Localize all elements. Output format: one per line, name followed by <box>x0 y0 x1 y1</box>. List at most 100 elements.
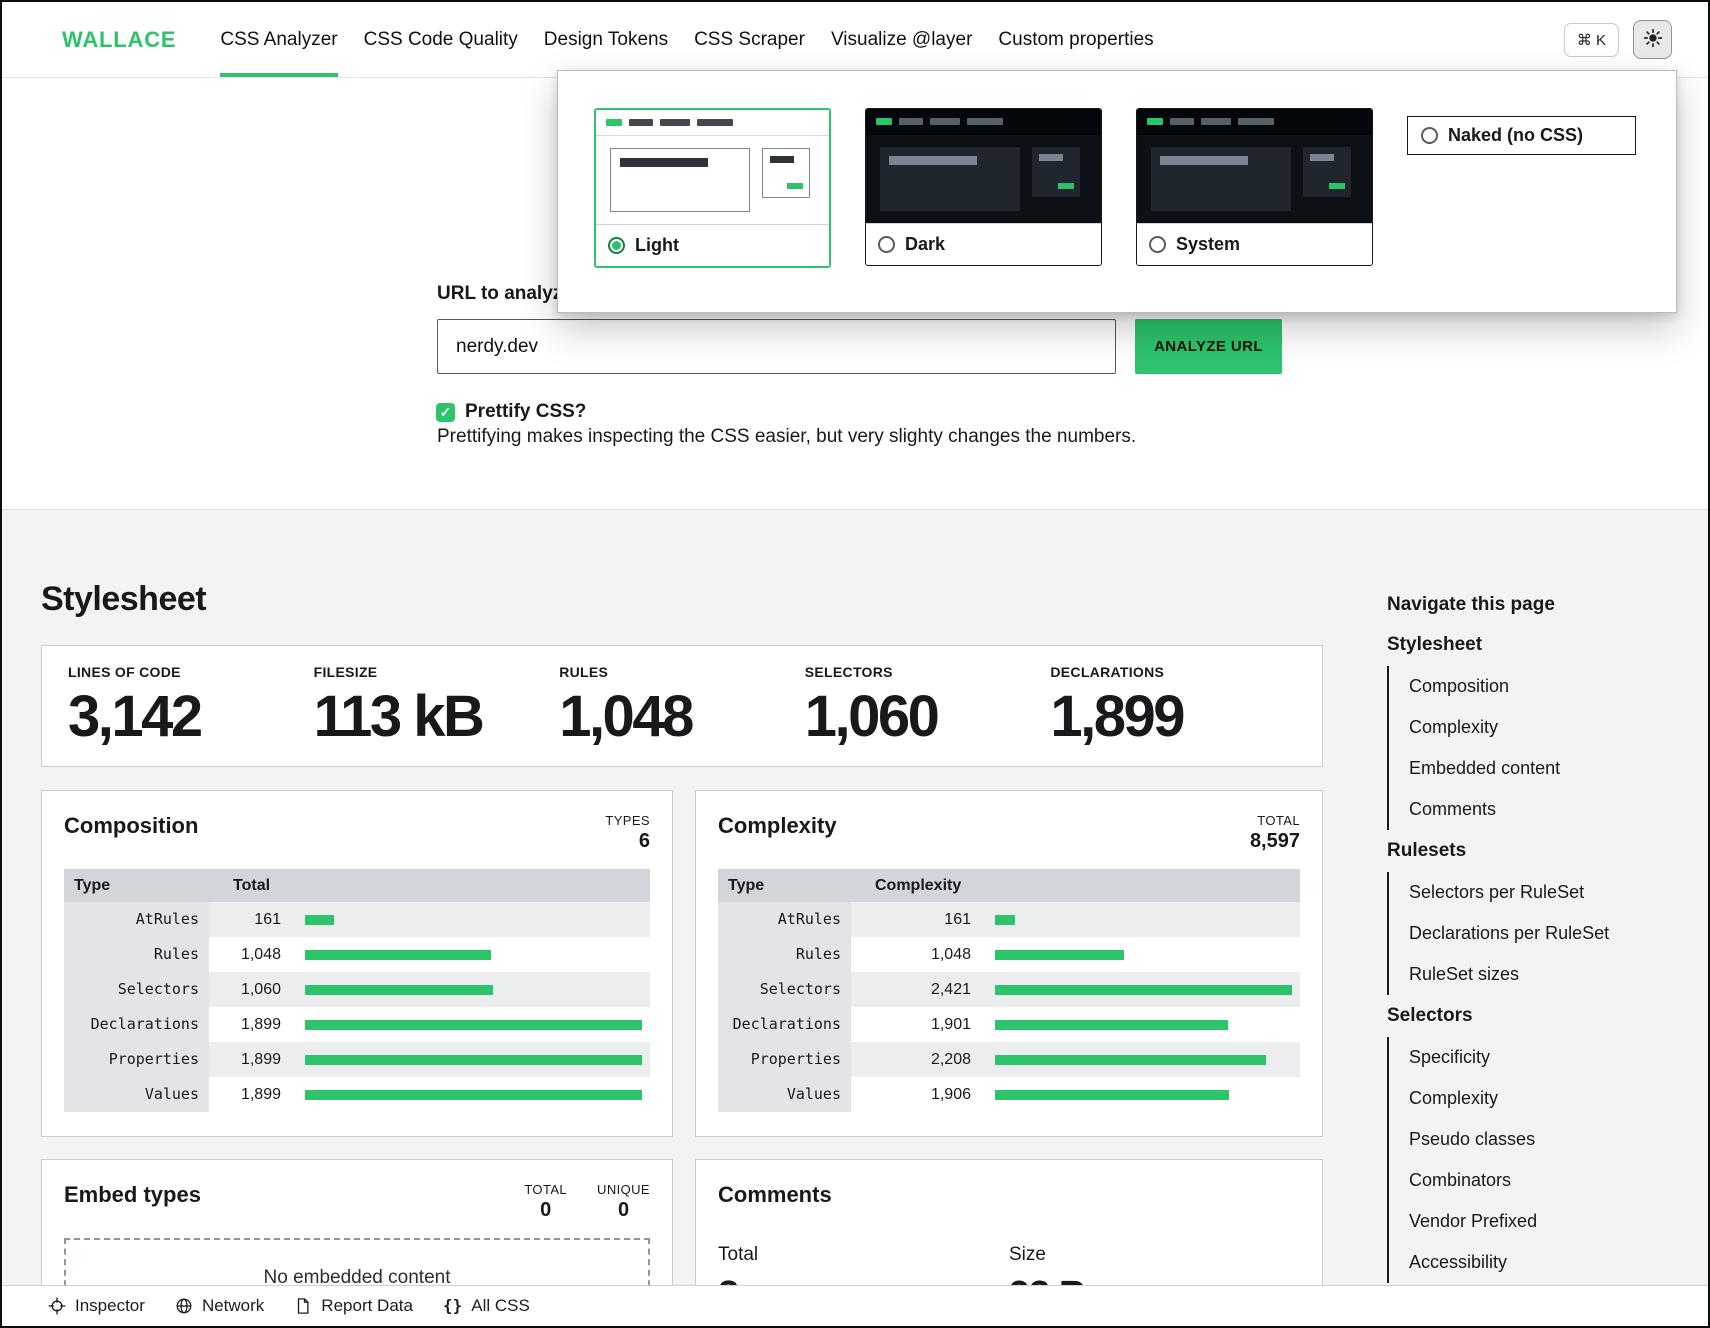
prettify-option: Prettify CSS? <box>436 401 586 423</box>
value-bar <box>305 915 334 925</box>
embed-types-title: Embed types <box>64 1182 201 1208</box>
table-header-row: Type Complexity <box>718 869 1300 902</box>
value-bar <box>995 950 1124 960</box>
page-nav-link[interactable]: RuleSet sizes <box>1389 954 1657 995</box>
embed-total-label: TOTAL <box>524 1182 567 1197</box>
prettify-label: Prettify CSS? <box>465 401 586 423</box>
naked-label: Naked (no CSS) <box>1448 125 1583 146</box>
page-nav-link[interactable]: Comments <box>1389 789 1657 830</box>
page-nav-link[interactable]: Combinators <box>1389 1160 1657 1201</box>
page-nav-link[interactable]: Vendor Prefixed <box>1389 1201 1657 1242</box>
embed-total-value: 0 <box>524 1199 567 1222</box>
page-navigation: Navigate this page Stylesheet Compositio… <box>1387 594 1657 1283</box>
url-label: URL to analyze <box>437 283 573 305</box>
page-nav-link[interactable]: Specificity <box>1389 1037 1657 1078</box>
nav-item[interactable]: Design Tokens <box>544 2 668 77</box>
light-theme-preview <box>596 110 829 224</box>
page-nav-link[interactable]: Complexity <box>1389 1078 1657 1119</box>
nav-item[interactable]: CSS Code Quality <box>364 2 518 77</box>
light-label: Light <box>635 235 679 256</box>
page-nav-section-link[interactable]: Selectors <box>1387 995 1657 1037</box>
stat-value: 1,899 <box>1050 688 1296 746</box>
page-nav-title: Navigate this page <box>1387 594 1657 616</box>
page-nav-link[interactable]: Embedded content <box>1389 748 1657 789</box>
wallace-logo[interactable]: WALLACE <box>62 27 176 53</box>
complexity-title: Complexity <box>718 813 837 839</box>
summary-stat: FILESIZE 113 kB <box>314 664 560 766</box>
stat-value: 3,142 <box>68 688 314 746</box>
theme-toggle-button[interactable] <box>1633 20 1672 59</box>
page-nav-link[interactable]: Pseudo classes <box>1389 1119 1657 1160</box>
stat-label: FILESIZE <box>314 664 560 680</box>
nav-item[interactable]: CSS Scraper <box>694 2 805 77</box>
all-css-tab[interactable]: All CSS <box>443 1296 530 1316</box>
analyze-url-button[interactable]: ANALYZE URL <box>1135 319 1282 374</box>
composition-meta-label: TYPES <box>605 813 650 828</box>
light-radio[interactable] <box>608 237 625 254</box>
page-nav-section: Selectors Specificity Complexity Pseudo … <box>1387 995 1657 1283</box>
theme-option-dark[interactable]: Dark <box>865 108 1102 266</box>
composition-table: Type Total AtRules 161 Rules <box>64 869 650 1112</box>
page-nav-link[interactable]: Composition <box>1389 666 1657 707</box>
curly-braces-icon <box>443 1298 462 1314</box>
complexity-meta-value: 8,597 <box>1250 830 1300 853</box>
comments-size-label: Size <box>1009 1244 1300 1266</box>
page-title: Stylesheet <box>41 580 206 619</box>
page-nav-link[interactable]: Selectors per RuleSet <box>1389 872 1657 913</box>
page-nav-section-link[interactable]: Stylesheet <box>1387 624 1657 666</box>
navbar-actions: ⌘ K <box>1564 20 1672 59</box>
stat-label: RULES <box>559 664 805 680</box>
nav-item[interactable]: Custom properties <box>998 2 1153 77</box>
value-bar <box>305 1055 642 1065</box>
wallace-css-analyzer-app: WALLACE CSS Analyzer CSS Code Quality De… <box>0 0 1710 1328</box>
composition-panel: Composition TYPES 6 Type Total AtRules <box>41 790 673 1137</box>
theme-option-system[interactable]: System <box>1136 108 1373 266</box>
table-row: Selectors 1,060 <box>64 972 650 1007</box>
report-section: Stylesheet LINES OF CODE 3,142 FILESIZE … <box>2 509 1708 1285</box>
dark-radio[interactable] <box>878 236 895 253</box>
stat-label: SELECTORS <box>805 664 1051 680</box>
command-palette-shortcut-button[interactable]: ⌘ K <box>1564 23 1619 57</box>
page-nav-link[interactable]: Accessibility <box>1389 1242 1657 1283</box>
comments-title: Comments <box>718 1182 832 1208</box>
complexity-panel: Complexity TOTAL 8,597 Type Complexity A… <box>695 790 1323 1137</box>
table-header-row: Type Total <box>64 869 650 902</box>
value-bar <box>995 985 1292 995</box>
nav-item[interactable]: CSS Analyzer <box>220 2 337 77</box>
complexity-meta-label: TOTAL <box>1250 813 1300 828</box>
naked-radio[interactable] <box>1421 127 1438 144</box>
empty-embed-message: No embedded content <box>264 1267 451 1285</box>
page-nav-section-link[interactable]: Rulesets <box>1387 830 1657 872</box>
theme-option-naked[interactable]: Naked (no CSS) <box>1407 116 1636 155</box>
page-nav-section: Stylesheet Composition Complexity Embedd… <box>1387 624 1657 830</box>
report-data-tab[interactable]: Report Data <box>294 1296 413 1316</box>
sun-icon <box>1643 28 1663 51</box>
value-bar <box>305 950 491 960</box>
inspector-crosshair-icon <box>48 1297 66 1315</box>
composition-meta-value: 6 <box>605 830 650 853</box>
value-bar <box>305 1020 642 1030</box>
page-nav-section: Rulesets Selectors per RuleSet Declarati… <box>1387 830 1657 995</box>
table-row: Declarations 1,901 <box>718 1007 1300 1042</box>
value-bar <box>305 1090 642 1100</box>
prettify-checkbox[interactable] <box>436 403 455 422</box>
dark-theme-preview <box>866 109 1101 223</box>
composition-title: Composition <box>64 813 198 839</box>
system-radio[interactable] <box>1149 236 1166 253</box>
comments-panel: Comments Total 2 Size 93 B <box>695 1159 1323 1285</box>
url-input[interactable] <box>437 319 1116 374</box>
network-tab[interactable]: Network <box>175 1296 264 1316</box>
value-bar <box>995 915 1015 925</box>
table-row: Rules 1,048 <box>718 937 1300 972</box>
theme-option-light[interactable]: Light <box>594 108 831 268</box>
inspector-tab[interactable]: Inspector <box>48 1296 145 1316</box>
page-nav-link[interactable]: Declarations per RuleSet <box>1389 913 1657 954</box>
page-nav-link[interactable]: Complexity <box>1389 707 1657 748</box>
stat-value: 1,060 <box>805 688 1051 746</box>
nav-item[interactable]: Visualize @layer <box>831 2 972 77</box>
summary-stat: DECLARATIONS 1,899 <box>1050 664 1296 766</box>
stat-value: 1,048 <box>559 688 805 746</box>
table-row: Declarations 1,899 <box>64 1007 650 1042</box>
embed-unique-label: UNIQUE <box>597 1182 650 1197</box>
comments-size-value: 93 B <box>1009 1274 1300 1285</box>
